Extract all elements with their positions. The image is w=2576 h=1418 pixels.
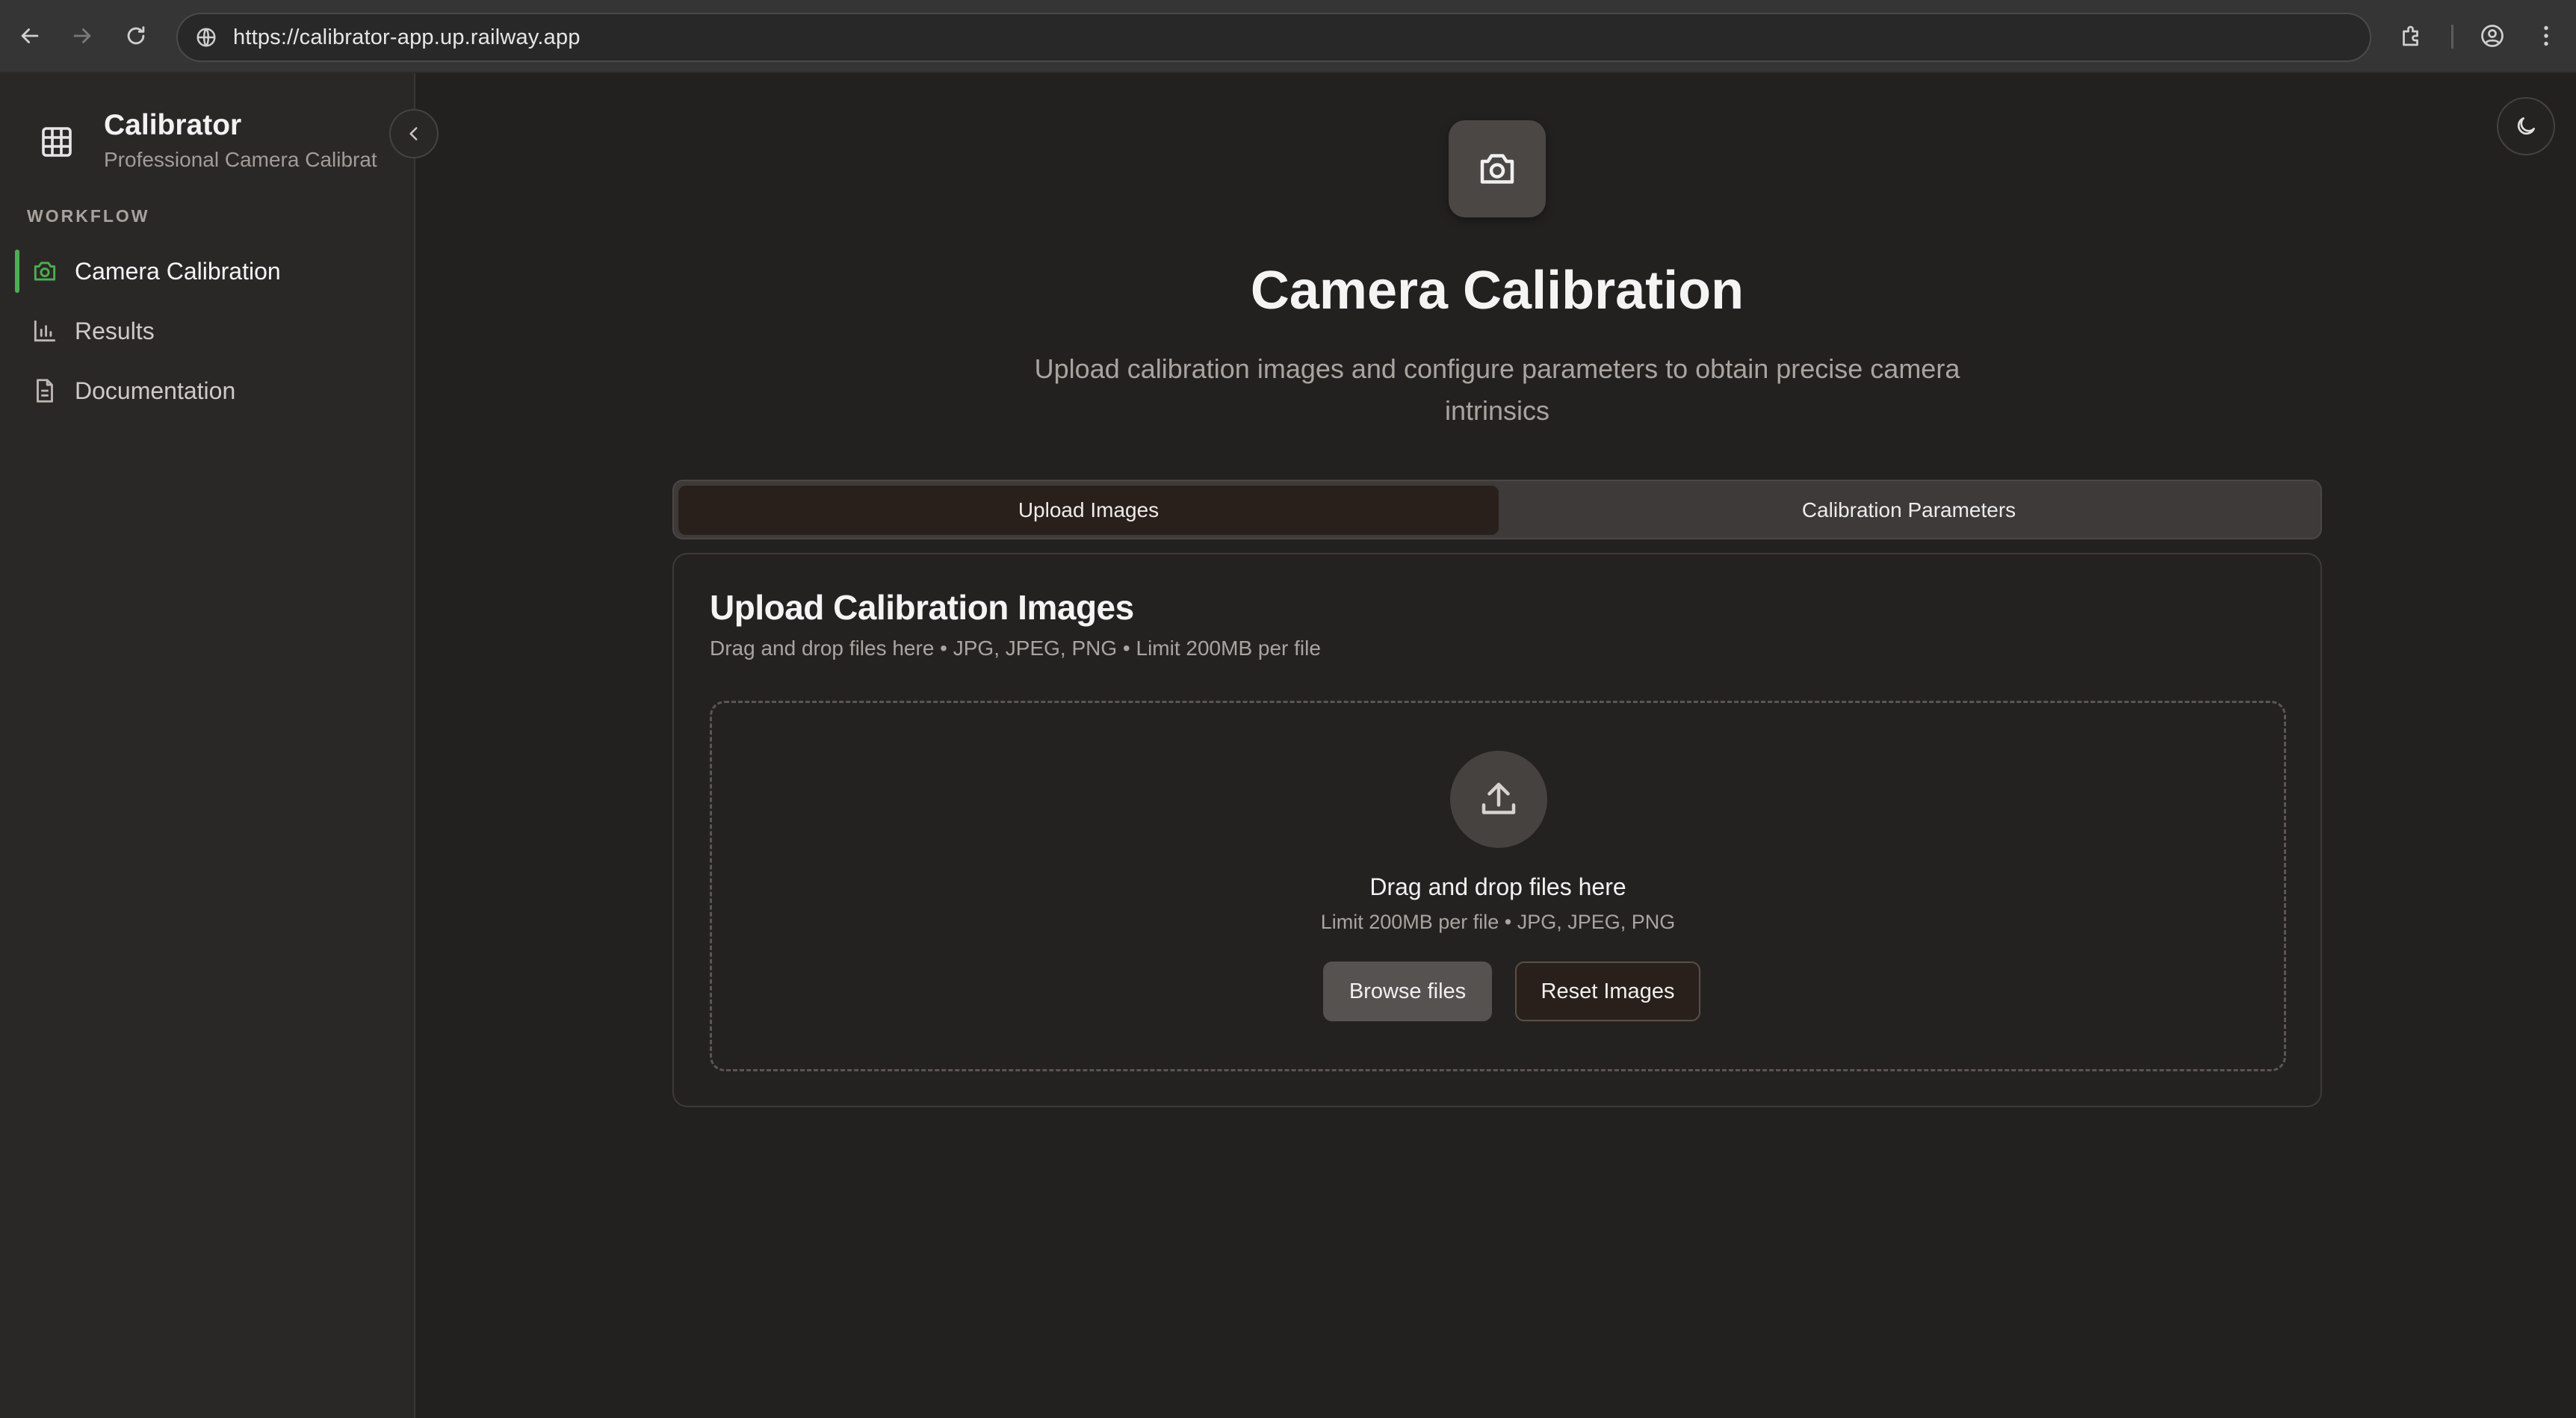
extensions-icon[interactable] xyxy=(2392,16,2431,55)
address-bar[interactable]: https://calibrator-app.up.railway.app xyxy=(176,13,2371,62)
document-icon xyxy=(30,376,60,406)
sidebar-item-results[interactable]: Results xyxy=(15,306,388,356)
more-menu-icon[interactable] xyxy=(2527,16,2566,55)
tab-upload-images[interactable]: Upload Images xyxy=(678,486,1499,535)
toolbar-divider xyxy=(2451,25,2453,49)
reset-images-button[interactable]: Reset Images xyxy=(1515,962,1700,1021)
dropzone-subtitle: Limit 200MB per file • JPG, JPEG, PNG xyxy=(1320,911,1676,933)
site-info-icon[interactable] xyxy=(193,24,220,51)
section-label: WORKFLOW xyxy=(27,206,150,226)
sidebar-item-camera-calibration[interactable]: Camera Calibration xyxy=(15,247,388,296)
upload-icon xyxy=(1450,751,1547,848)
app-title: Calibrator xyxy=(104,109,242,141)
collapse-sidebar-button[interactable] xyxy=(389,109,439,158)
forward-arrow-icon[interactable] xyxy=(63,16,102,55)
page-title: Camera Calibration xyxy=(1250,261,1744,321)
moon-icon xyxy=(2517,117,2535,135)
dropzone-title: Drag and drop files here xyxy=(1369,873,1626,900)
page-subtitle: Upload calibration images and configure … xyxy=(1034,353,1960,426)
browse-files-button[interactable]: Browse files xyxy=(1323,962,1492,1021)
grid-icon xyxy=(36,121,78,163)
tab-calibration-parameters[interactable]: Calibration Parameters xyxy=(1499,486,2319,535)
sidebar-item-label: Camera Calibration xyxy=(75,257,281,285)
file-dropzone[interactable]: Drag and drop files here Limit 200MB per… xyxy=(710,701,2286,1071)
theme-toggle-button[interactable] xyxy=(2497,97,2555,155)
sidebar-item-label: Documentation xyxy=(75,377,236,404)
card-subtitle: Drag and drop files here • JPG, JPEG, PN… xyxy=(710,637,1321,660)
upload-card: Upload Calibration Images Drag and drop … xyxy=(672,553,2322,1107)
profile-icon[interactable] xyxy=(2473,16,2512,55)
back-arrow-icon[interactable] xyxy=(10,16,49,55)
sidebar-item-label: Results xyxy=(75,317,155,344)
chevron-left-icon xyxy=(409,127,418,140)
browser-toolbar: https://calibrator-app.up.railway.app xyxy=(0,0,2576,73)
sidebar: Calibrator Professional Camera Calibrat … xyxy=(0,73,415,1418)
url-text[interactable]: https://calibrator-app.up.railway.app xyxy=(233,25,580,50)
app-subtitle: Professional Camera Calibrat xyxy=(104,148,377,171)
hero-camera-icon xyxy=(1449,120,1546,217)
camera-icon xyxy=(30,256,60,286)
sidebar-item-documentation[interactable]: Documentation xyxy=(15,366,388,415)
bar-chart-icon xyxy=(30,316,60,346)
tab-bar: Upload Images Calibration Parameters xyxy=(672,480,2322,539)
card-title: Upload Calibration Images xyxy=(710,588,1134,627)
reload-icon[interactable] xyxy=(117,16,155,55)
